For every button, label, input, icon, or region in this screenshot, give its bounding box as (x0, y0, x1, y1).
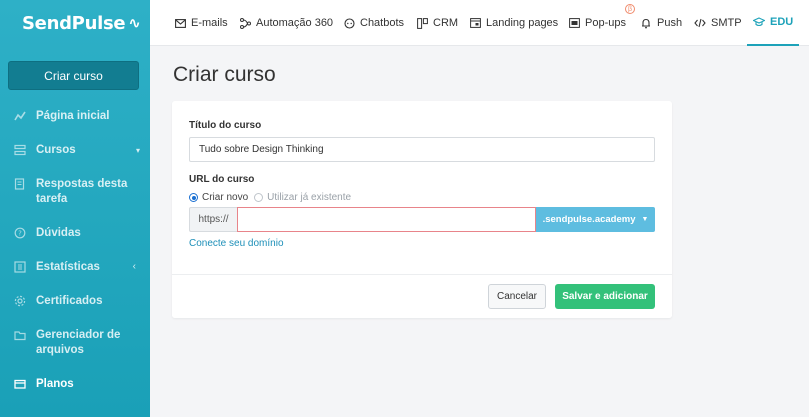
layers-icon (14, 144, 26, 156)
sidebar: SendPulse ∿ Criar curso Página inicial C… (0, 0, 150, 417)
tab-label: Chatbots (360, 17, 405, 29)
tab-label: CRM (433, 17, 459, 29)
tab-edu[interactable]: EDU (747, 0, 800, 46)
logo[interactable]: SendPulse ∿ (0, 0, 150, 46)
sidebar-item-label: Gerenciador de arquivos (36, 329, 121, 356)
code-icon (694, 17, 706, 29)
tab-label: Push (657, 17, 683, 29)
svg-text:?: ? (18, 230, 22, 238)
connect-domain-link[interactable]: Conecte seu domínio (189, 238, 284, 249)
course-url-label: URL do curso (189, 174, 255, 185)
sidebar-item-plans[interactable]: Planos (0, 377, 150, 392)
mail-icon (174, 17, 186, 29)
url-prefix: https:// (189, 207, 237, 232)
popup-icon (568, 17, 580, 29)
pulse-icon: ∿ (128, 14, 141, 32)
crm-icon (416, 17, 428, 29)
wallet-icon (14, 378, 26, 390)
radio-dot (189, 193, 198, 202)
tab-emails[interactable]: E-mails (174, 0, 228, 46)
tab-label: Automação 360 (256, 17, 334, 29)
radio-create-new[interactable]: Criar novo (189, 192, 248, 203)
create-course-form: Título do curso URL do curso Criar novo … (172, 101, 672, 318)
graduation-cap-icon (753, 16, 765, 28)
chat-icon (343, 17, 355, 29)
sidebar-item-label: Planos (36, 378, 74, 390)
create-course-button[interactable]: Criar curso (8, 61, 139, 90)
course-title-label: Título do curso (189, 120, 262, 131)
bell-icon (640, 17, 652, 29)
question-bubble-icon: ? (14, 227, 26, 239)
tab-label: EDU (770, 16, 794, 28)
sidebar-item-certificates[interactable]: Certificados (0, 294, 150, 309)
sidebar-item-answers[interactable]: Respostas desta tarefa (0, 177, 150, 207)
automation-icon (239, 17, 251, 29)
tab-popups[interactable]: Pop-ups β (568, 0, 635, 46)
gear-icon (14, 295, 26, 307)
sidebar-item-label: Respostas desta tarefa (36, 178, 128, 205)
tab-landing-pages[interactable]: Landing pages (469, 0, 558, 46)
chart-line-icon (14, 110, 26, 122)
url-input-group: https:// .sendpulse.academy ▼ (189, 207, 655, 232)
chevron-left-icon: ‹ (132, 261, 136, 272)
caret-down-icon: ▼ (641, 216, 649, 223)
radio-label: Criar novo (202, 192, 249, 203)
sidebar-item-courses[interactable]: Cursos ▾ (0, 143, 150, 158)
sidebar-item-home[interactable]: Página inicial (0, 109, 150, 124)
brand-name: SendPulse (22, 12, 126, 34)
tab-smtp[interactable]: SMTP (694, 0, 742, 46)
radio-label: Utilizar já existente (267, 192, 352, 203)
sidebar-item-label: Cursos (36, 144, 76, 156)
sidebar-item-label: Dúvidas (36, 227, 81, 239)
course-title-input[interactable] (189, 137, 655, 162)
tab-automation[interactable]: Automação 360 (239, 0, 333, 46)
chevron-down-icon: ▾ (135, 146, 140, 155)
cancel-button[interactable]: Cancelar (488, 284, 546, 309)
document-edit-icon (14, 178, 26, 190)
sidebar-item-label: Estatísticas (36, 261, 100, 273)
course-url-input[interactable] (237, 207, 536, 232)
sidebar-item-file-manager[interactable]: Gerenciador de arquivos (0, 328, 150, 358)
radio-dot (254, 193, 264, 202)
landing-icon (469, 17, 481, 29)
tab-label: SMTP (711, 17, 742, 29)
url-mode-radio-group: Criar novo Utilizar já existente (189, 192, 357, 203)
tab-crm[interactable]: CRM (416, 0, 458, 46)
sidebar-item-label: Certificados (36, 295, 103, 307)
tab-chatbots[interactable]: Chatbots (343, 0, 404, 46)
tab-label: Pop-ups (585, 17, 626, 29)
top-navbar: E-mails Automação 360 Chatbots CRM Landi… (150, 0, 809, 46)
tab-push[interactable]: Push (640, 0, 682, 46)
beta-badge: β (625, 4, 635, 14)
sidebar-item-statistics[interactable]: Estatísticas ‹ (0, 260, 150, 275)
tab-label: Landing pages (486, 17, 559, 29)
radio-use-existing[interactable]: Utilizar já existente (254, 192, 351, 203)
folder-icon (14, 329, 26, 341)
sidebar-item-questions[interactable]: ? Dúvidas (0, 226, 150, 241)
save-and-add-button[interactable]: Salvar e adicionar (555, 284, 655, 309)
page-title: Criar curso (173, 63, 276, 86)
stats-grid-icon (14, 261, 26, 273)
domain-dropdown-button[interactable]: .sendpulse.academy ▼ (536, 207, 655, 232)
domain-suffix: .sendpulse.academy (542, 214, 636, 225)
tab-label: E-mails (191, 17, 228, 29)
sidebar-item-label: Página inicial (36, 110, 110, 122)
